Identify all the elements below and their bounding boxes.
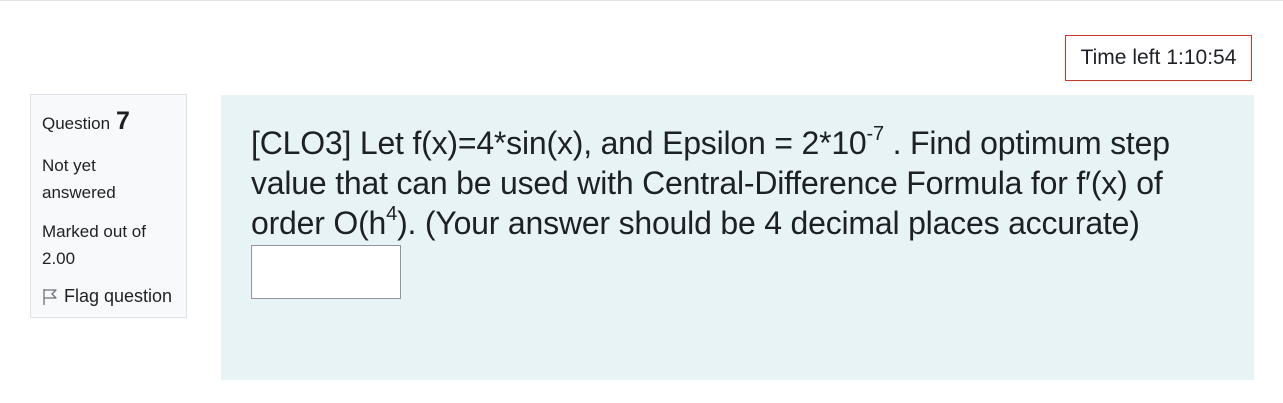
question-info-panel: Question 7 Not yet answered Marked out o… (30, 94, 187, 318)
order-exponent: 4 (386, 203, 398, 225)
question-text-part-3: ). (Your answer should be 4 decimal plac… (397, 205, 1140, 241)
flag-question-label: Flag question (64, 286, 173, 306)
top-divider (0, 0, 1283, 1)
grade-line-2: 2.00 (42, 249, 76, 268)
question-number-value: 7 (116, 107, 130, 135)
question-state: Not yet answered (42, 152, 175, 206)
flag-question-button[interactable]: Flag question (42, 286, 175, 307)
question-content: [CLO3] Let f(x)=4*sin(x), and Epsilon = … (221, 95, 1254, 380)
question-number: Question 7 (42, 107, 175, 136)
grade-line-1: Marked out of (42, 222, 146, 241)
timer-value: 1:10:54 (1166, 46, 1237, 69)
state-line-2: answered (42, 183, 116, 202)
question-text-part-1: [CLO3] Let f(x)=4*sin(x), and Epsilon = … (251, 125, 867, 161)
epsilon-exponent: -7 (866, 123, 885, 145)
question-text: [CLO3] Let f(x)=4*sin(x), and Epsilon = … (251, 123, 1231, 243)
question-word: Question (42, 114, 111, 133)
answer-input[interactable] (251, 245, 401, 299)
flag-outline-icon (43, 288, 57, 305)
quiz-timer: Time left 1:10:54 (1065, 35, 1252, 81)
state-line-1: Not yet (42, 156, 96, 175)
question-grade: Marked out of 2.00 (42, 218, 175, 272)
timer-label: Time left (1080, 46, 1161, 69)
